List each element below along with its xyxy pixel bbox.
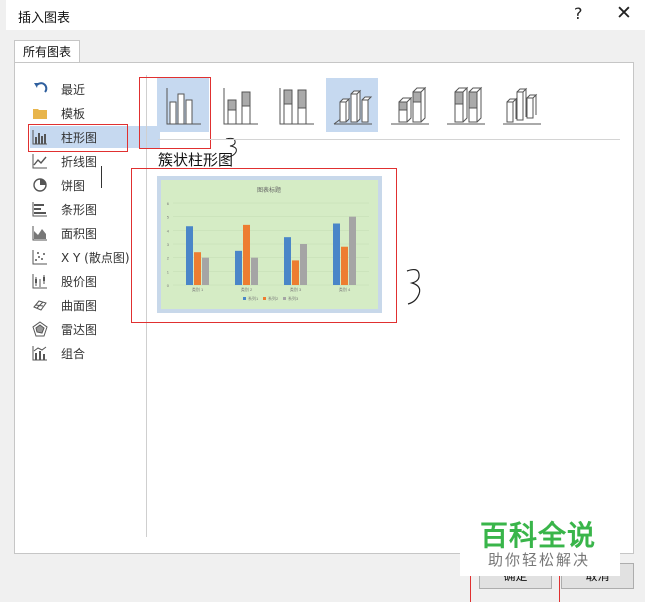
folder-icon: [32, 105, 48, 121]
category-label: 组合: [61, 347, 86, 361]
undo-arrow-icon: [32, 81, 48, 97]
category-label: 股价图: [61, 275, 98, 289]
annotation-box-category: [28, 124, 128, 152]
subtype-stacked-column[interactable]: [214, 78, 266, 132]
dialog-title: 插入图表: [18, 11, 71, 26]
bar-chart-icon: [32, 201, 48, 217]
dialog-titlebar: 插入图表 ? ✕: [6, 0, 645, 30]
pie-chart-icon: [32, 177, 48, 193]
watermark-title: 百科全说: [480, 519, 597, 552]
category-label: 饼图: [61, 179, 86, 193]
subtype-100-stacked-column[interactable]: [270, 78, 322, 132]
watermark-subtitle: 助你轻松解决: [488, 551, 591, 569]
stock-chart-icon: [32, 273, 48, 289]
subtype-3d-clustered-column[interactable]: [326, 78, 378, 132]
scatter-chart-icon: [32, 249, 48, 265]
subtype-3d-100-stacked-column[interactable]: [439, 78, 491, 132]
category-label: 最近: [61, 83, 86, 97]
category-label: 模板: [61, 107, 86, 121]
area-chart-icon: [32, 225, 48, 241]
category-label: 曲面图: [61, 299, 98, 313]
combo-chart-icon: [32, 345, 48, 361]
subtype-3d-stacked-column[interactable]: [383, 78, 435, 132]
tab-all-charts[interactable]: 所有图表: [14, 40, 80, 63]
category-label: X Y (散点图): [61, 251, 130, 265]
category-label: 折线图: [61, 155, 98, 169]
surface-chart-icon: [32, 297, 48, 313]
annotation-squiggle-large: [404, 266, 426, 311]
subtype-3d-column[interactable]: [495, 78, 547, 132]
radar-chart-icon: [32, 321, 48, 337]
annotation-box-preview: [131, 168, 397, 323]
line-chart-icon: [32, 153, 48, 169]
category-label: 面积图: [61, 227, 98, 241]
category-label: 雷达图: [61, 323, 98, 337]
subtype-heading: 簇状柱形图: [158, 151, 234, 169]
help-button[interactable]: ?: [574, 4, 583, 23]
subtype-separator: [158, 139, 620, 140]
annotation-stroke: [101, 166, 102, 188]
close-button[interactable]: ✕: [616, 2, 632, 24]
category-combo[interactable]: 组合: [30, 342, 160, 364]
category-label: 条形图: [61, 203, 98, 217]
